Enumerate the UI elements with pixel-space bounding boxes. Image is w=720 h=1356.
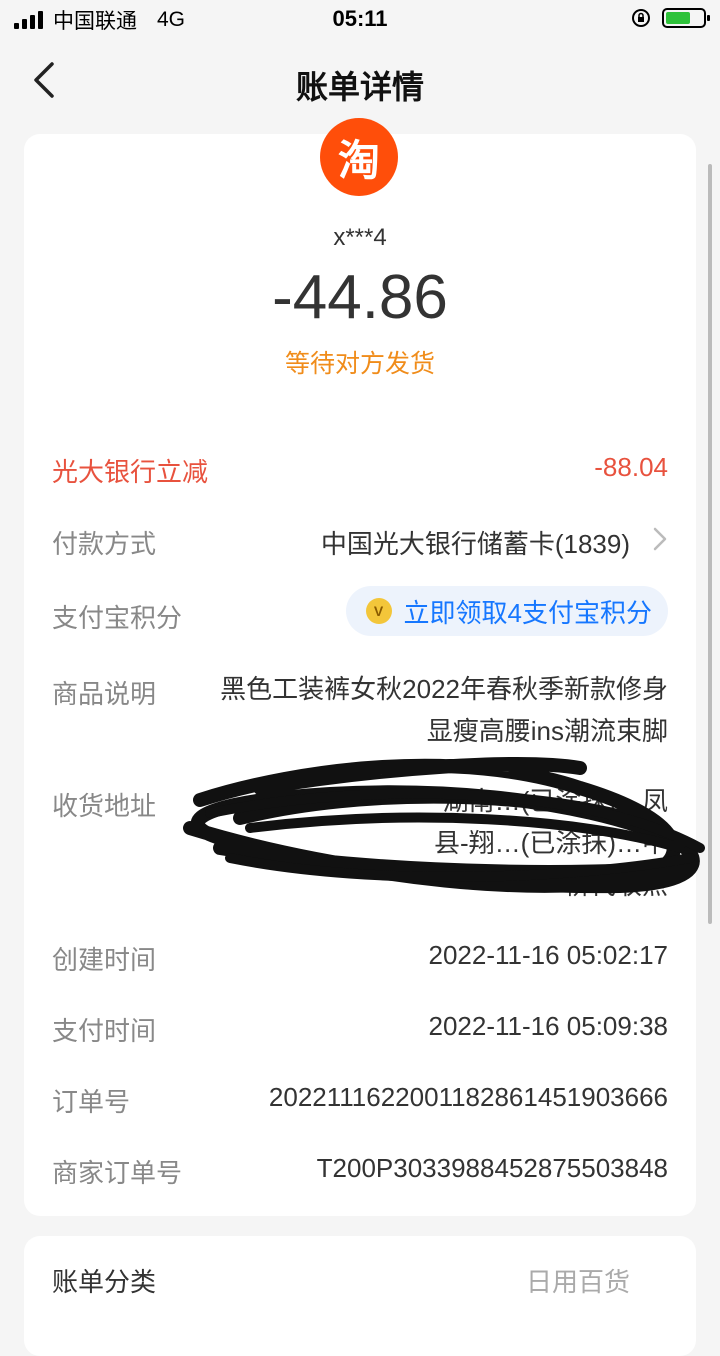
battery-icon — [662, 8, 710, 28]
order-status: 等待对方发货 — [284, 350, 435, 378]
discount-label: 光大银行立减 — [52, 457, 209, 487]
points-label: 支付宝积分 — [52, 603, 183, 633]
bill-category-label: 账单分类 — [52, 1267, 157, 1297]
claim-points-label: 立即领取4支付宝积分 — [403, 597, 652, 628]
merchant-order-number-label: 商家订单号 — [52, 1158, 183, 1188]
claim-points-button[interactable]: V 立即领取4支付宝积分 — [345, 586, 668, 636]
page-title: 账单详情 — [295, 69, 424, 105]
paid-time-label: 支付时间 — [52, 1016, 157, 1046]
product-label: 商品说明 — [52, 679, 157, 709]
created-time-label: 创建时间 — [52, 945, 157, 975]
bill-category-value: 日用百货 — [526, 1267, 631, 1297]
redaction-scribble — [183, 757, 705, 894]
taobao-logo: 淘 — [320, 118, 398, 196]
created-time-value: 2022-11-16 05:02:17 — [428, 940, 669, 970]
paid-time-value: 2022-11-16 05:09:38 — [428, 1011, 669, 1041]
clock: 05:11 — [332, 6, 388, 31]
order-number-label: 订单号 — [52, 1087, 131, 1117]
address-label: 收货地址 — [52, 791, 157, 821]
chevron-right-icon[interactable] — [652, 526, 668, 552]
order-number-value[interactable]: 2022111622001182861451903666 — [269, 1082, 668, 1113]
payment-method-value: 中国光大银行储蓄卡(1839) — [320, 529, 630, 559]
coin-icon: V — [365, 598, 392, 624]
status-bar: 中国联通 4G 05:11 — [0, 0, 720, 40]
payment-method-label: 付款方式 — [52, 529, 157, 559]
rotation-lock-icon — [632, 9, 650, 27]
merchant-order-number-value[interactable]: T200P3033988452875503848 — [317, 1153, 668, 1184]
nav-bar: 账单详情 — [0, 40, 720, 120]
merchant-name: x***4 — [333, 224, 387, 251]
bill-amount: -44.86 — [272, 263, 448, 332]
discount-value: -88.04 — [594, 452, 668, 482]
